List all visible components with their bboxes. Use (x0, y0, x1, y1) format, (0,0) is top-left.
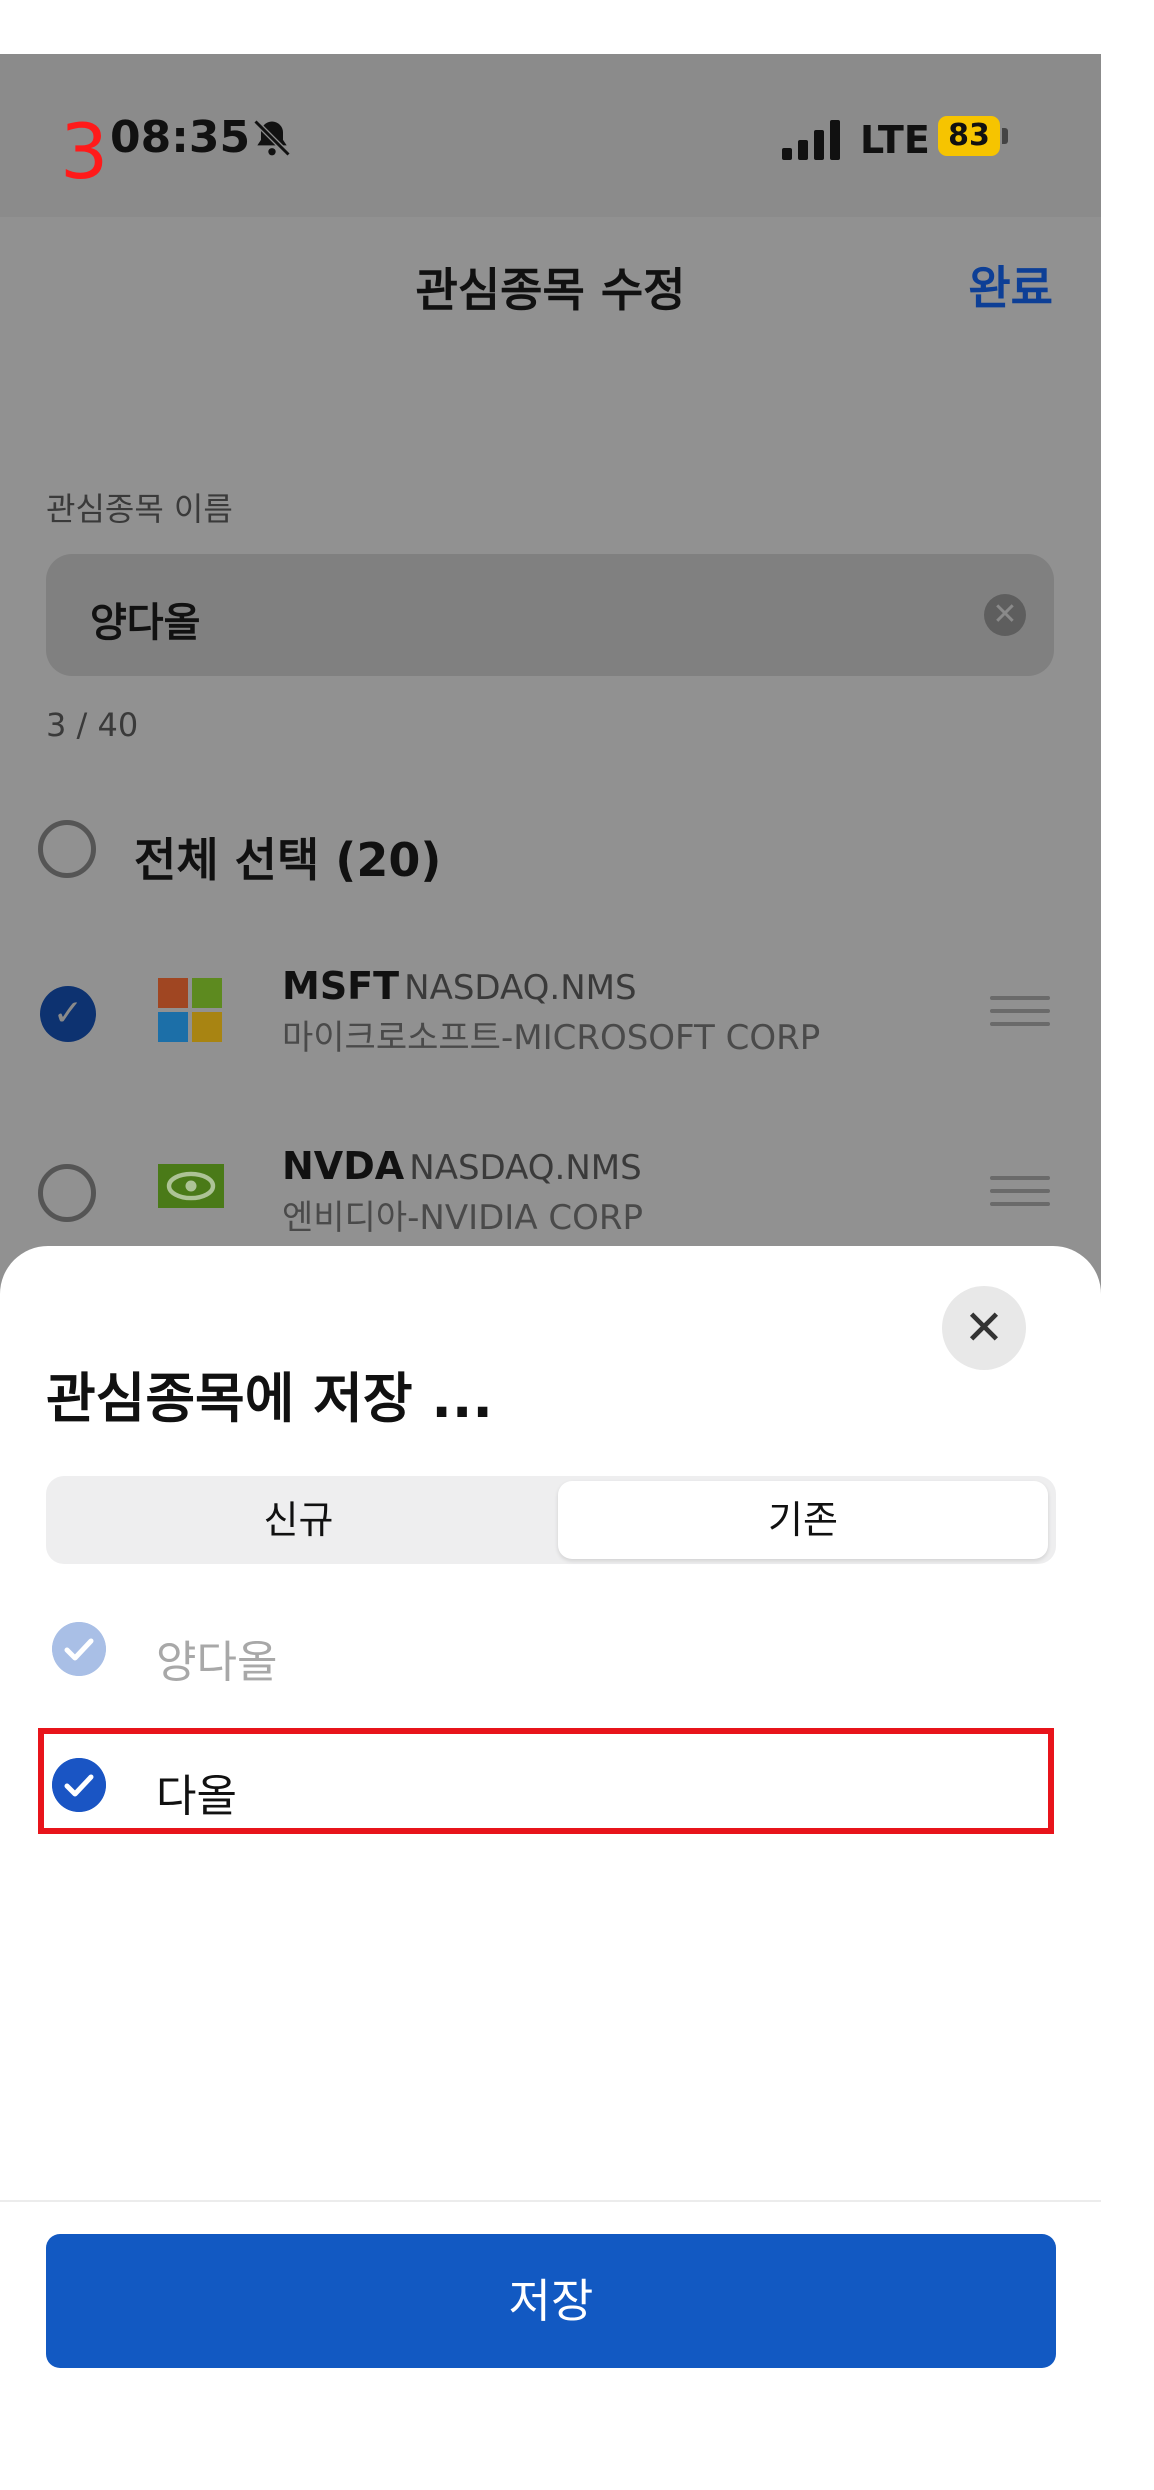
stock-ticker: NVDA (282, 1144, 405, 1188)
battery-tip (1002, 128, 1008, 144)
battery-icon: 83 (938, 116, 1000, 156)
stock-exchange: NASDAQ.NMS (404, 968, 637, 1008)
divider (0, 2200, 1101, 2202)
signal-icon (782, 120, 840, 160)
watchlist-option-label: 양다올 (156, 1637, 278, 1688)
stock-exchange: NASDAQ.NMS (409, 1148, 642, 1188)
save-button[interactable]: 저장 (46, 2234, 1056, 2368)
watchlist-name-label: 관심종목 이름 (46, 490, 233, 528)
stock-row-nvda[interactable]: NVDA NASDAQ.NMS 엔비디아-NVIDIA CORP (0, 1134, 1101, 1254)
microsoft-logo (158, 978, 222, 1042)
stock-company: 엔비디아-NVIDIA CORP (282, 1198, 644, 1238)
checked-icon[interactable] (52, 1758, 106, 1812)
select-all-radio[interactable] (38, 820, 96, 878)
bell-muted-icon (253, 119, 291, 157)
tab-existing[interactable]: 기존 (558, 1481, 1048, 1559)
network-type: LTE (860, 118, 930, 162)
stock-ticker: MSFT (282, 964, 400, 1008)
stock-row-msft[interactable]: ✓ MSFT NASDAQ.NMS 마이크로소프트-MICROSOFT CORP (0, 954, 1101, 1074)
select-all-label: 전체 선택 (20) (134, 833, 442, 887)
drag-handle-icon[interactable] (990, 996, 1050, 1026)
sheet-title: 관심종목에 저장 ... (46, 1367, 493, 1430)
step-marker: 3 (60, 107, 109, 196)
done-button[interactable]: 완료 (968, 252, 1053, 318)
clear-icon[interactable]: ✕ (984, 594, 1026, 636)
stock-company: 마이크로소프트-MICROSOFT CORP (282, 1018, 821, 1058)
close-icon[interactable]: ✕ (942, 1286, 1026, 1370)
stock-unchecked-radio[interactable] (38, 1164, 96, 1222)
drag-handle-icon[interactable] (990, 1176, 1050, 1206)
checked-disabled-icon (52, 1622, 106, 1676)
nvidia-logo (158, 1164, 224, 1208)
tab-selector: 신규 기존 (46, 1476, 1056, 1564)
app-screen: 3 08:35 LTE 83 관심종목 수정 완료 관심종목 이름 양다올 ✕ … (0, 54, 1101, 2490)
save-to-watchlist-sheet: 관심종목에 저장 ... ✕ 신규 기존 양다올 다올 저장 (0, 1246, 1101, 2490)
page-title: 관심종목 수정 (415, 263, 686, 317)
watchlist-name-input[interactable]: 양다올 ✕ (46, 554, 1054, 676)
watchlist-option-label: 다올 (156, 1771, 237, 1822)
char-count: 3 / 40 (46, 706, 139, 744)
tab-new[interactable]: 신규 (46, 1476, 551, 1564)
stock-checked-icon[interactable]: ✓ (40, 986, 96, 1042)
status-time: 08:35 (110, 112, 251, 163)
watchlist-name-value: 양다올 (90, 600, 201, 646)
